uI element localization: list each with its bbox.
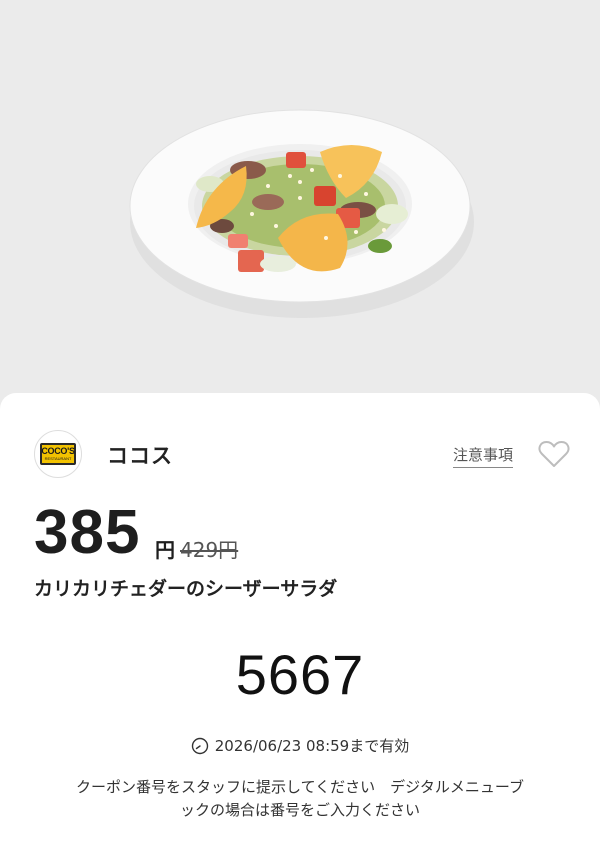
- clock-icon: [191, 737, 208, 754]
- coupon-code: 5667: [235, 643, 365, 706]
- original-price: 429円: [180, 538, 239, 562]
- cocos-logo-plate: COCO'S RESTAURANT: [40, 443, 76, 465]
- store-name: ココス: [107, 444, 173, 468]
- instruction-line-1: クーポン番号をスタッフに提示してください デジタルメニューブ: [76, 778, 524, 796]
- expiry-row: 2026/06/23 08:59まで有効: [0, 735, 600, 756]
- item-title: カリカリチェダーのシーザーサラダ: [34, 578, 338, 600]
- coupon-instructions: クーポン番号をスタッフに提示してください デジタルメニューブ ックの場合は番号を…: [0, 776, 600, 822]
- current-price: 385: [34, 498, 141, 567]
- store-logo: COCO'S RESTAURANT: [34, 430, 82, 478]
- price-unit: 円: [155, 538, 175, 562]
- notes-link[interactable]: 注意事項: [453, 444, 514, 468]
- instruction-line-2: ックの場合は番号をご入力ください: [179, 801, 420, 819]
- salad-plate-illustration: [129, 109, 474, 318]
- logo-main-text: COCO'S: [41, 446, 75, 456]
- heart-icon[interactable]: [538, 440, 570, 468]
- hero-image: [0, 0, 600, 410]
- expiry-text: 2026/06/23 08:59まで有効: [214, 737, 410, 755]
- logo-sub-text: RESTAURANT: [44, 456, 72, 461]
